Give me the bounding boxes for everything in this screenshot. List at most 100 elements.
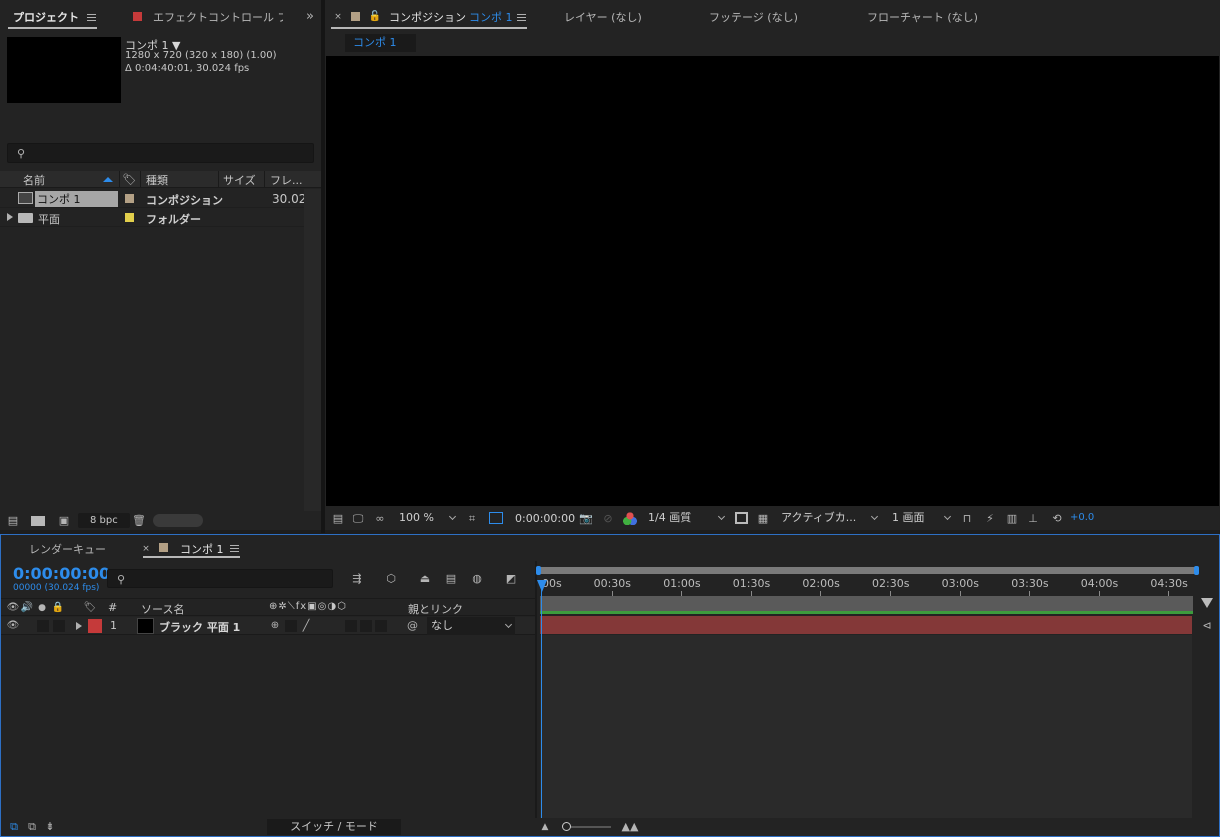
motion-blur-icon[interactable]: ◍ [468, 570, 486, 586]
always-preview-icon[interactable]: ▤ [330, 511, 346, 526]
work-area-end-handle[interactable] [1194, 566, 1199, 575]
monitor-icon[interactable]: 🖵 [350, 511, 366, 526]
col-frame[interactable]: フレ... [270, 172, 303, 188]
tab-composition-name[interactable]: コンポ 1 [469, 9, 513, 25]
switch-box[interactable] [345, 620, 357, 632]
fast-preview-icon[interactable]: ⚡ [982, 511, 998, 526]
row-name[interactable]: 平面 [38, 211, 60, 227]
quality-switch-icon[interactable]: ╱ [300, 619, 312, 632]
zoom-dropdown[interactable]: 100 % [395, 509, 459, 527]
timeline-graph-background[interactable] [540, 635, 1192, 818]
reset-exposure-icon[interactable]: ⟲ [1049, 511, 1065, 526]
video-eye-icon[interactable]: 👁 [7, 601, 20, 614]
transfer-controls-toggle-icon[interactable]: ⧉ [25, 819, 39, 834]
close-icon[interactable]: × [334, 12, 342, 22]
viewer-timecode[interactable]: 0:00:00:00 [515, 512, 575, 525]
row-name-selected[interactable]: コンポ 1 [35, 191, 118, 207]
zoom-in-icon[interactable]: ▲▲ [621, 820, 639, 833]
lock-icon[interactable]: 🔒 [52, 601, 64, 614]
col-source-name[interactable]: ソース名 [141, 601, 184, 617]
lock-icon[interactable]: 🔓 [369, 10, 381, 22]
composition-viewer[interactable] [326, 56, 1219, 506]
breadcrumb[interactable]: コンポ 1 [345, 34, 416, 52]
project-menu-icon[interactable] [87, 14, 96, 21]
interpret-footage-icon[interactable]: ▤ [4, 513, 22, 528]
zoom-slider-knob[interactable] [562, 822, 571, 831]
layer-name[interactable]: ブラック 平面 1 [159, 619, 240, 635]
view-layout-dropdown[interactable]: 1 画面 [888, 509, 954, 527]
video-eye-icon[interactable]: 👁 [7, 619, 20, 632]
comp-mini-flowchart-icon[interactable]: ⇶ [348, 570, 366, 586]
shy-layers-icon[interactable]: ⏏ [416, 570, 434, 586]
expand-arrow-icon[interactable] [76, 622, 82, 630]
comp-menu-icon[interactable] [517, 14, 526, 21]
switch-box[interactable] [285, 620, 297, 632]
flowchart-icon[interactable]: ⊥ [1025, 511, 1041, 526]
project-search-input[interactable]: ⚲ [7, 143, 314, 163]
transparency-grid-icon[interactable]: ▦ [755, 511, 771, 526]
timeline-toggle-icon[interactable]: ▥ [1004, 511, 1020, 526]
label-color-swatch[interactable] [125, 213, 134, 222]
label-color-swatch[interactable] [125, 194, 134, 203]
zoom-out-icon[interactable]: ▲ [539, 820, 551, 833]
roi-toggle-icon[interactable] [735, 512, 748, 524]
timeline-splitter[interactable] [535, 561, 537, 821]
draft-3d-icon[interactable]: ⬡ [382, 570, 400, 586]
tab-footage[interactable]: フッテージ (なし) [709, 9, 798, 25]
resolution-dropdown[interactable]: 1/4 画質 [644, 509, 728, 527]
layer-switches-toggle-icon[interactable]: ⧉ [7, 819, 21, 834]
grid-guides-icon[interactable]: ⌗ [464, 511, 480, 526]
label-tag-icon[interactable]: 🏷 [123, 173, 137, 186]
list-item[interactable]: コンポ 1 コンポジション 30.02 ⊥ [0, 189, 316, 208]
toggle-pixel-aspect-icon[interactable]: ⊓ [959, 511, 975, 526]
comp-duration-bar[interactable] [540, 596, 1193, 611]
new-folder-icon[interactable] [31, 516, 45, 526]
close-icon[interactable]: × [142, 544, 150, 554]
pick-whip-icon[interactable]: @ [406, 619, 419, 632]
snapshot-camera-icon[interactable]: 📷 [578, 511, 594, 526]
work-area-start-handle[interactable] [536, 566, 541, 575]
solo-icon[interactable]: ● [37, 601, 47, 614]
table-row[interactable]: 👁 1 ブラック 平面 1 ⊕ ╱ @ なし [1, 617, 535, 635]
project-scrollbar[interactable] [304, 189, 321, 511]
region-of-interest-icon[interactable] [489, 512, 503, 524]
tab-timeline-comp[interactable]: コンポ 1 [180, 541, 224, 557]
camera-dropdown[interactable]: アクティブカ... [777, 509, 881, 527]
switch-box[interactable] [375, 620, 387, 632]
frame-blending-icon[interactable]: ▤ [442, 570, 460, 586]
timeline-menu-icon[interactable] [230, 545, 239, 552]
shy-switch-icon[interactable]: ⊕ [269, 619, 281, 632]
list-item[interactable]: 平面 フォルダー [0, 208, 304, 227]
expand-arrow-icon[interactable] [7, 213, 13, 221]
timeline-timecode[interactable]: 0:00:00:00 [13, 564, 110, 583]
tab-effect-controls[interactable]: エフェクトコントロール ブ [153, 9, 283, 25]
layer-label-swatch[interactable] [88, 619, 102, 633]
tab-project[interactable]: プロジェクト [13, 9, 79, 25]
color-channels-icon[interactable] [623, 512, 637, 525]
exposure-value[interactable]: +0.0 [1070, 512, 1094, 523]
panel-overflow-icon[interactable]: » [303, 9, 317, 24]
playhead-handle[interactable] [537, 580, 547, 592]
new-composition-icon[interactable]: ▣ [55, 513, 73, 528]
parent-dropdown[interactable]: なし [427, 617, 515, 635]
switch-box[interactable] [360, 620, 372, 632]
show-snapshot-icon[interactable]: ⊘ [600, 511, 616, 526]
label-tag-icon[interactable]: 🏷 [83, 601, 97, 614]
col-size[interactable]: サイズ [223, 172, 256, 188]
bit-depth-button[interactable]: 8 bpc [78, 513, 130, 528]
tab-flowchart[interactable]: フローチャート (なし) [867, 9, 978, 25]
audio-toggle-box[interactable] [37, 620, 49, 632]
zoom-slider-track[interactable] [565, 826, 611, 828]
tab-layer[interactable]: レイヤー (なし) [564, 9, 642, 25]
col-name[interactable]: 名前 [23, 172, 45, 188]
graph-editor-icon[interactable]: ◩ [502, 570, 520, 586]
audio-icon[interactable]: 🔊 [21, 601, 33, 614]
tab-render-queue[interactable]: レンダーキュー [29, 541, 106, 557]
col-type[interactable]: 種類 [146, 172, 168, 188]
mask-visibility-icon[interactable]: ∞ [372, 511, 388, 526]
timeline-search-input[interactable]: ⚲ [107, 569, 333, 588]
keyframe-nav-icon[interactable]: ⊲ [1199, 618, 1215, 632]
lock-toggle-box[interactable] [53, 620, 65, 632]
work-area-bar[interactable] [538, 567, 1198, 574]
trash-icon[interactable]: 🗑 [131, 513, 147, 528]
